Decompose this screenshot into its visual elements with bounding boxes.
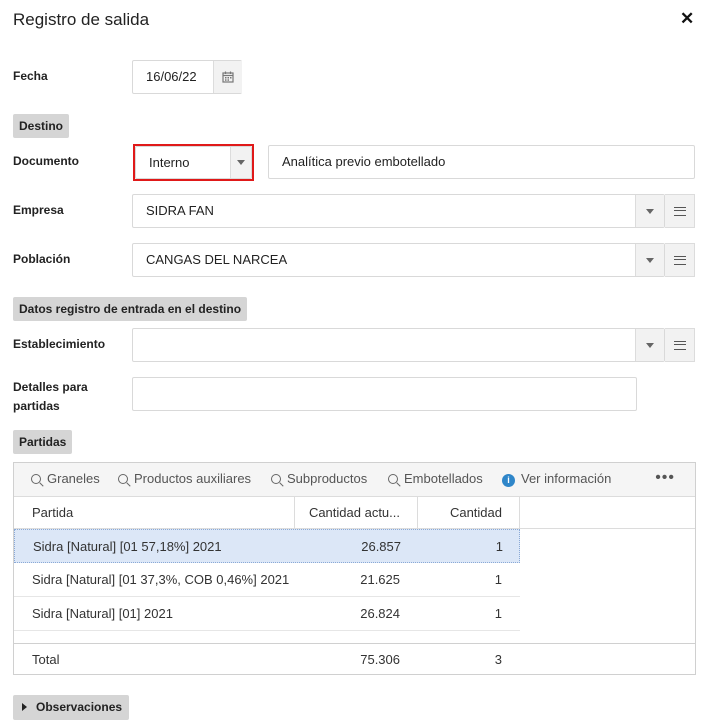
detalles-label-line2: partidas bbox=[13, 399, 60, 413]
embotellados-label: Embotellados bbox=[404, 471, 483, 486]
establecimiento-label: Establecimiento bbox=[13, 337, 106, 351]
fecha-field[interactable]: 16/06/22 bbox=[132, 60, 242, 94]
poblacion-label: Población bbox=[13, 252, 71, 266]
graneles-label: Graneles bbox=[47, 471, 100, 486]
partidas-grid: Graneles Productos auxiliares Subproduct… bbox=[13, 462, 696, 675]
empresa-list-button[interactable] bbox=[665, 194, 695, 228]
graneles-button[interactable]: Graneles bbox=[31, 463, 100, 497]
section-destino: Destino bbox=[13, 114, 70, 138]
ver-informacion-label: Ver información bbox=[521, 471, 612, 486]
documento-description-value: Analítica previo embotellado bbox=[282, 154, 446, 169]
poblacion-dropdown-button[interactable] bbox=[635, 244, 664, 276]
ver-informacion-button[interactable]: i Ver información bbox=[502, 463, 611, 497]
table-row[interactable]: Sidra [Natural] [01 57,18%] 2021 26.857 … bbox=[14, 529, 520, 563]
fecha-label: Fecha bbox=[13, 69, 48, 83]
table-row[interactable]: Sidra [Natural] [01 37,3%, COB 0,46%] 20… bbox=[14, 563, 520, 597]
cell-cantidad-actual: 26.857 bbox=[361, 539, 401, 554]
column-header-filler bbox=[520, 497, 695, 529]
embotellados-button[interactable]: Embotellados bbox=[388, 463, 483, 497]
footer-total-label: Total bbox=[32, 652, 60, 667]
search-icon bbox=[271, 474, 281, 484]
chevron-down-icon bbox=[646, 257, 654, 263]
empresa-value: SIDRA FAN bbox=[146, 203, 214, 218]
observaciones-toggle[interactable]: Observaciones bbox=[13, 695, 130, 720]
more-options-icon[interactable]: ••• bbox=[655, 463, 675, 497]
subproductos-label: Subproductos bbox=[287, 471, 368, 486]
column-header-partida[interactable]: Partida bbox=[14, 497, 295, 529]
empresa-dropdown-button[interactable] bbox=[635, 195, 664, 227]
cell-cantidad-actual: 21.625 bbox=[360, 572, 400, 587]
calendar-button[interactable] bbox=[213, 61, 242, 93]
productos-auxiliares-label: Productos auxiliares bbox=[134, 471, 252, 486]
close-icon[interactable]: ✕ bbox=[680, 9, 694, 29]
search-icon bbox=[31, 474, 41, 484]
establecimiento-list-button[interactable] bbox=[665, 328, 695, 362]
fecha-value: 16/06/22 bbox=[146, 69, 197, 84]
documento-type-highlight bbox=[133, 144, 254, 181]
footer-cantidad: 3 bbox=[494, 652, 502, 667]
observaciones-label: Observaciones bbox=[36, 700, 123, 714]
cell-partida: Sidra [Natural] [01 57,18%] 2021 bbox=[33, 539, 222, 554]
cell-cantidad: 1 bbox=[494, 572, 502, 587]
empresa-label: Empresa bbox=[13, 203, 64, 217]
subproductos-button[interactable]: Subproductos bbox=[271, 463, 367, 497]
documento-label: Documento bbox=[13, 154, 79, 168]
detalles-label-line1: Detalles para bbox=[13, 380, 88, 394]
cell-cantidad: 1 bbox=[494, 606, 502, 621]
footer-cantidad-actual: 75.306 bbox=[360, 652, 400, 667]
detalles-input[interactable] bbox=[132, 377, 637, 411]
establecimiento-dropdown-button[interactable] bbox=[635, 329, 664, 361]
list-icon bbox=[673, 206, 686, 216]
cell-cantidad: 1 bbox=[495, 539, 503, 554]
section-datos-registro: Datos registro de entrada en el destino bbox=[13, 297, 248, 321]
cell-cantidad-actual: 26.824 bbox=[360, 606, 400, 621]
detalles-label: Detalles para partidas bbox=[13, 378, 88, 416]
section-partidas: Partidas bbox=[13, 430, 73, 454]
search-icon bbox=[118, 474, 128, 484]
search-icon bbox=[388, 474, 398, 484]
column-header-cantidad[interactable]: Cantidad bbox=[418, 497, 520, 529]
list-icon bbox=[673, 255, 686, 265]
list-icon bbox=[673, 340, 686, 350]
chevron-down-icon bbox=[646, 208, 654, 214]
cell-partida: Sidra [Natural] [01 37,3%, COB 0,46%] 20… bbox=[32, 572, 290, 587]
establecimiento-select[interactable] bbox=[132, 328, 665, 362]
documento-description-input[interactable]: Analítica previo embotellado bbox=[268, 145, 695, 179]
cell-partida: Sidra [Natural] [01] 2021 bbox=[32, 606, 173, 621]
poblacion-value: CANGAS DEL NARCEA bbox=[146, 252, 288, 267]
productos-auxiliares-button[interactable]: Productos auxiliares bbox=[118, 463, 251, 497]
column-header-cantidad-actual[interactable]: Cantidad actu... bbox=[295, 497, 418, 529]
table-footer: Total 75.306 3 bbox=[14, 643, 695, 675]
chevron-down-icon bbox=[646, 342, 654, 348]
poblacion-list-button[interactable] bbox=[665, 243, 695, 277]
dialog-title: Registro de salida bbox=[13, 10, 150, 29]
empresa-select[interactable]: SIDRA FAN bbox=[132, 194, 665, 228]
info-icon: i bbox=[502, 474, 515, 487]
calendar-icon bbox=[222, 71, 234, 83]
grid-toolbar: Graneles Productos auxiliares Subproduct… bbox=[14, 463, 695, 497]
poblacion-select[interactable]: CANGAS DEL NARCEA bbox=[132, 243, 665, 277]
table-row[interactable]: Sidra [Natural] [01] 2021 26.824 1 bbox=[14, 597, 520, 631]
caret-right-icon bbox=[22, 703, 27, 711]
